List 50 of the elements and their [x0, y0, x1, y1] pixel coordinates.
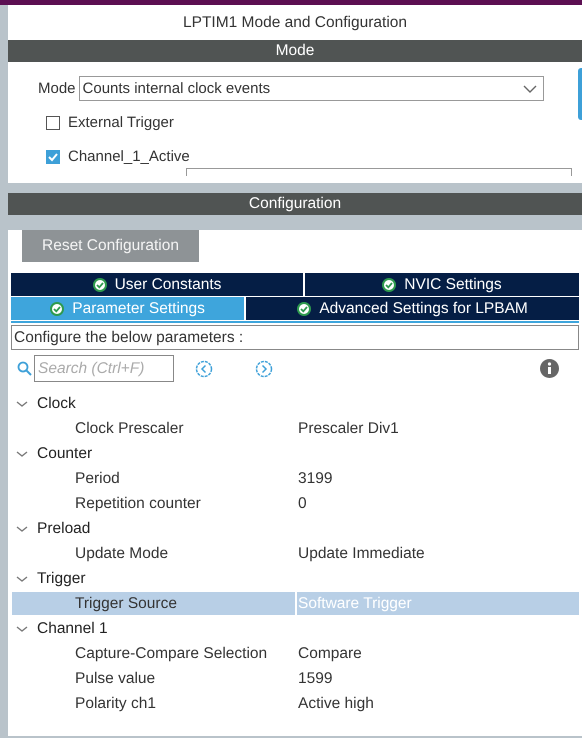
info-icon[interactable] — [540, 359, 559, 378]
check-circle-icon — [92, 278, 107, 292]
checkbox-label: External Trigger — [68, 114, 174, 131]
check-circle-icon — [297, 302, 312, 316]
parameter-name[interactable]: Polarity ch1 — [12, 692, 275, 715]
input-field[interactable] — [186, 168, 572, 176]
parameter-value[interactable]: 1599 — [297, 667, 579, 690]
tab[interactable]: User Constants — [11, 273, 303, 296]
chevron-down-icon[interactable] — [15, 398, 29, 408]
search-field[interactable]: Search (Ctrl+F) — [34, 355, 174, 382]
tab[interactable]: Advanced Settings for LPBAM — [246, 297, 579, 320]
parameter-value[interactable]: Compare — [297, 642, 579, 665]
parameter-value[interactable]: 0 — [297, 492, 579, 515]
parameter-value[interactable]: 3199 — [297, 467, 579, 490]
mode-dropdown[interactable]: Counts internal clock events — [78, 76, 544, 101]
parameter-name[interactable]: Pulse value — [12, 667, 275, 690]
group-label: Clock — [37, 394, 76, 412]
chevron-down-icon[interactable] — [15, 624, 29, 634]
parameter-name[interactable]: Period — [12, 467, 275, 490]
next-icon[interactable] — [255, 360, 273, 378]
chevron-down-icon[interactable] — [15, 524, 29, 534]
parameter-value[interactable]: Active high — [297, 692, 579, 715]
parameter-name[interactable]: Clock Prescaler — [12, 417, 275, 440]
instruction-text: Configure the below parameters : — [11, 325, 579, 350]
chevron-down-icon[interactable] — [15, 448, 29, 458]
parameter-value[interactable]: Update Immediate — [297, 542, 579, 565]
parameter-value[interactable]: Prescaler Div1 — [297, 417, 579, 440]
section-header: Configuration — [8, 193, 582, 215]
previous-icon[interactable] — [195, 360, 213, 378]
chevron-down-icon[interactable] — [15, 574, 29, 584]
parameter-name[interactable]: Trigger Source — [12, 592, 295, 615]
checkbox[interactable] — [46, 150, 60, 164]
scrollbar-thumb[interactable] — [578, 68, 582, 120]
field-label: Mode — [38, 80, 76, 97]
group-label: Preload — [37, 520, 90, 538]
search-icon — [17, 361, 32, 376]
check-circle-icon — [50, 302, 64, 316]
window-title: LPTIM1 Mode and Configuration — [8, 5, 582, 40]
section-header: Mode — [8, 40, 582, 62]
tab[interactable]: NVIC Settings — [304, 273, 579, 296]
group-label: Counter — [37, 444, 92, 462]
parameter-name[interactable]: Repetition counter — [12, 492, 275, 515]
group-label: Trigger — [37, 570, 86, 588]
group-label: Channel 1 — [37, 620, 108, 638]
checkbox-label: Channel_1_Active — [68, 148, 190, 165]
checkbox[interactable] — [46, 116, 60, 130]
parameter-name[interactable]: Capture-Compare Selection — [12, 642, 275, 665]
parameter-name[interactable]: Update Mode — [12, 542, 275, 565]
chevron-down-icon — [522, 84, 537, 92]
check-circle-icon — [382, 278, 396, 292]
